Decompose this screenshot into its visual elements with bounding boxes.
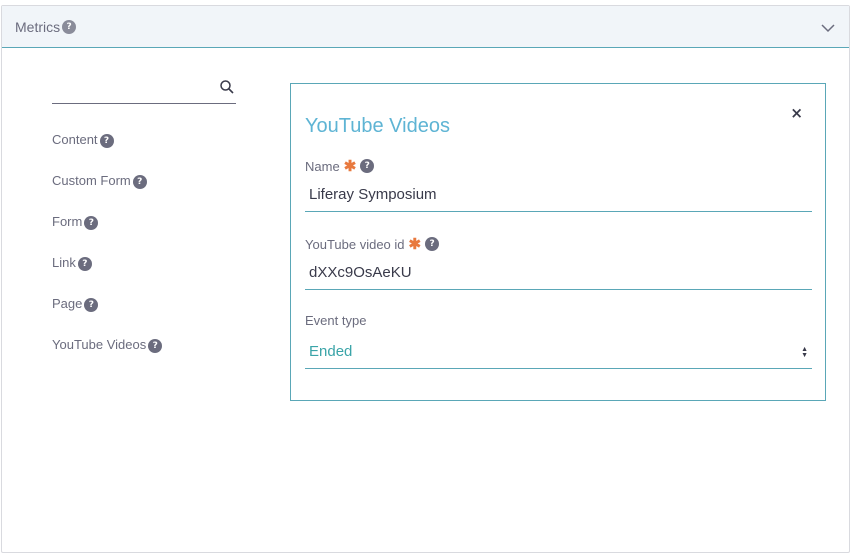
video-id-value: dXXc9OsAeKU bbox=[309, 264, 412, 281]
search-icon[interactable] bbox=[220, 80, 234, 94]
metrics-panel: Metrics ? Content ? Custom Form ? Form ?… bbox=[1, 5, 850, 553]
help-icon[interactable]: ? bbox=[99, 134, 114, 148]
type-item-label: Content bbox=[52, 132, 98, 147]
help-icon[interactable]: ? bbox=[425, 237, 440, 251]
type-item-label: Page bbox=[52, 296, 83, 311]
type-item-link[interactable]: Link ? bbox=[52, 254, 92, 271]
type-item-label: YouTube Videos bbox=[52, 337, 147, 352]
panel-title-label: Metrics bbox=[15, 19, 61, 35]
type-item-label: Link bbox=[52, 255, 76, 270]
card-title: YouTube Videos bbox=[305, 115, 450, 137]
event-type-select[interactable]: Ended ▲ ▼ bbox=[305, 335, 812, 369]
name-label-text: Name bbox=[305, 158, 340, 174]
help-icon[interactable]: ? bbox=[84, 216, 99, 230]
help-icon[interactable]: ? bbox=[132, 175, 147, 189]
chevron-down-icon[interactable] bbox=[821, 21, 835, 35]
help-icon[interactable]: ? bbox=[77, 257, 92, 271]
type-item-content[interactable]: Content ? bbox=[52, 131, 114, 148]
select-arrows-icon: ▲ ▼ bbox=[801, 346, 808, 359]
required-icon: ✱ bbox=[343, 158, 357, 175]
name-field[interactable]: Liferay Symposium bbox=[305, 178, 812, 212]
panel-header[interactable]: Metrics ? bbox=[2, 6, 849, 48]
video-id-label-text: YouTube video id bbox=[305, 236, 405, 252]
help-icon[interactable]: ? bbox=[62, 20, 77, 34]
event-type-label: Event type bbox=[305, 313, 366, 328]
name-value: Liferay Symposium bbox=[309, 186, 437, 203]
type-item-label: Form bbox=[52, 214, 83, 229]
required-icon: ✱ bbox=[408, 236, 422, 253]
type-item-custom-form[interactable]: Custom Form ? bbox=[52, 172, 147, 189]
help-icon[interactable]: ? bbox=[84, 298, 99, 312]
type-item-form[interactable]: Form ? bbox=[52, 213, 99, 230]
video-id-label: YouTube video id ✱ ? bbox=[305, 235, 440, 253]
help-icon[interactable]: ? bbox=[148, 339, 163, 353]
youtube-videos-card: × YouTube Videos Name ✱ ? Liferay Sympos… bbox=[290, 83, 826, 401]
panel-title: Metrics ? bbox=[15, 19, 77, 35]
search-field[interactable] bbox=[52, 76, 236, 104]
event-type-label-text: Event type bbox=[305, 313, 367, 328]
video-id-field[interactable]: dXXc9OsAeKU bbox=[305, 256, 812, 290]
event-type-value: Ended bbox=[309, 343, 353, 360]
type-item-page[interactable]: Page ? bbox=[52, 295, 99, 312]
help-icon[interactable]: ? bbox=[360, 159, 375, 173]
close-icon[interactable]: × bbox=[790, 104, 803, 122]
name-label: Name ✱ ? bbox=[305, 157, 375, 175]
type-item-label: Custom Form bbox=[52, 173, 131, 188]
type-item-youtube-videos[interactable]: YouTube Videos ? bbox=[52, 336, 163, 353]
